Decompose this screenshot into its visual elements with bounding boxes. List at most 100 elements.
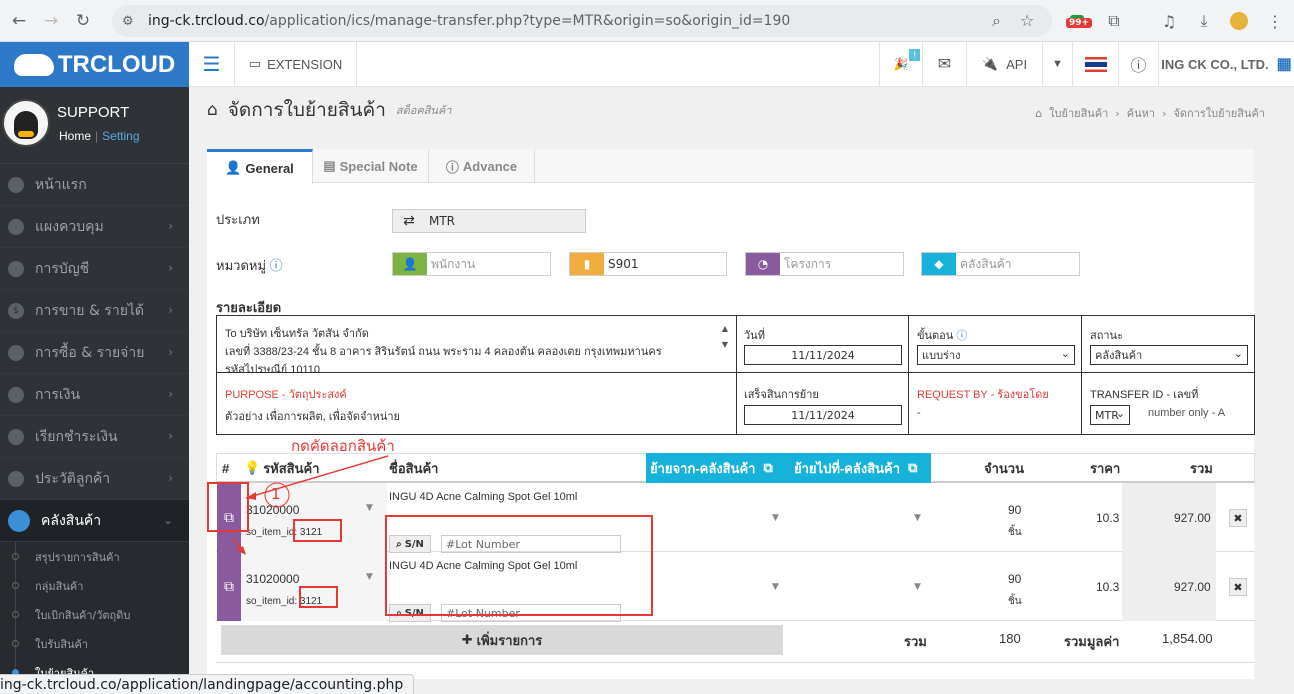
app-logo[interactable]: TRCLOUD: [0, 42, 189, 87]
media-icon[interactable]: ♫: [1156, 8, 1182, 34]
sidebar-item-label: หน้าแรก: [35, 176, 87, 193]
sidebar-item-customers[interactable]: ประวัติลูกค้า ›: [0, 458, 189, 500]
chevron-down-icon: ⌄: [1233, 347, 1243, 360]
status-select[interactable]: คลังสินค้า ⌄: [1090, 345, 1248, 365]
step-select[interactable]: แบบร่าง ⌄: [917, 345, 1075, 365]
done-date-input[interactable]: 11/11/2024: [744, 405, 902, 425]
sidebar-subitem-groups[interactable]: กลุ่มสินค้า: [0, 571, 189, 600]
help-icon[interactable]: ⓘ: [1119, 41, 1159, 87]
back-icon[interactable]: ←: [6, 8, 32, 34]
menu-icon[interactable]: ⋮: [1262, 8, 1288, 34]
reload-icon[interactable]: ↻: [70, 8, 96, 34]
transfer-prefix-select[interactable]: MTR ⌄: [1090, 405, 1130, 425]
chevron-down-icon[interactable]: ▼: [366, 572, 373, 582]
quantity[interactable]: 90: [1008, 503, 1021, 517]
chevron-down-icon[interactable]: ▼: [914, 582, 921, 592]
hamburger-icon[interactable]: ☰: [189, 41, 235, 87]
setting-link[interactable]: Setting: [102, 129, 139, 143]
copy-icon[interactable]: ⧉: [908, 460, 917, 476]
chevron-down-icon[interactable]: ▼: [772, 513, 779, 523]
row-total: 927.00: [1174, 511, 1211, 525]
home-icon[interactable]: ⌂: [207, 100, 218, 120]
employee-field[interactable]: 👤 พนักงาน: [392, 252, 551, 276]
product-code[interactable]: 31020000: [246, 572, 299, 586]
date-input[interactable]: 11/11/2024: [744, 345, 902, 365]
forward-icon[interactable]: →: [38, 8, 64, 34]
home-icon[interactable]: ⌂: [1035, 107, 1042, 120]
info-icon[interactable]: ⓘ: [956, 330, 967, 342]
project-field[interactable]: ◔ โครงการ: [745, 252, 904, 276]
delete-row-button[interactable]: ✖: [1229, 509, 1247, 527]
product-name[interactable]: INGU 4D Acne Calming Spot Gel 10ml: [389, 491, 577, 503]
purpose-value[interactable]: ตัวอย่าง เพื่อการผลิต, เพื่อจัดจำหน่าย: [225, 407, 400, 425]
category-label: หมวดหมู่ ⓘ: [216, 258, 283, 273]
api-label: API: [1006, 56, 1028, 72]
info-icon[interactable]: ⓘ: [270, 258, 283, 273]
sidebar-item-label: คลังสินค้า: [41, 512, 102, 529]
api-button[interactable]: 🔌 API: [967, 41, 1043, 87]
warehouse-field[interactable]: ◆ คลังสินค้า: [921, 252, 1080, 276]
bookmark-star-icon[interactable]: ☆: [1020, 11, 1034, 30]
mail-icon[interactable]: ✉: [923, 41, 967, 87]
breadcrumb-item[interactable]: ใบย้ายสินค้า: [1049, 107, 1108, 120]
copy-icon[interactable]: ⧉: [763, 460, 772, 476]
chevron-right-icon: ›: [168, 345, 173, 359]
url-path: /application/ics/manage-transfer.php?typ…: [264, 13, 791, 29]
status-bar-url: ing-ck.trcloud.co/application/landingpag…: [0, 674, 415, 694]
sidebar-item-billing[interactable]: เรียกชำระเงิน ›: [0, 416, 189, 458]
chevron-down-icon[interactable]: ▼: [914, 513, 921, 523]
sidebar-subitem-summary[interactable]: สรุปรายการสินค้า: [0, 542, 189, 571]
tab-advance[interactable]: ⓘ Advance: [429, 149, 535, 183]
sidebar-item-accounting[interactable]: การบัญชี ›: [0, 248, 189, 290]
transfer-number-input[interactable]: number only - A: [1148, 407, 1238, 419]
document-field[interactable]: ▮ S901: [569, 252, 727, 276]
row-total: 927.00: [1174, 580, 1211, 594]
delete-row-button[interactable]: ✖: [1229, 578, 1247, 596]
quantity[interactable]: 90: [1008, 572, 1021, 586]
close-icon: ✖: [1233, 511, 1243, 525]
price[interactable]: 10.3: [1096, 580, 1119, 594]
extension-button[interactable]: ▭ EXTENSION: [235, 41, 357, 87]
announcement-button[interactable]: 🎉 !: [879, 41, 923, 87]
download-icon[interactable]: ⤓: [1191, 8, 1217, 34]
sidebar-subitem-receipt[interactable]: ใบรับสินค้า: [0, 629, 189, 658]
address-textarea[interactable]: To บริษัท เซ็นทรัล วัตสัน จำกัด เลขที่ 3…: [217, 316, 736, 372]
sidebar-item-inventory[interactable]: คลังสินค้า ⌄: [0, 500, 189, 542]
scroll-down-icon[interactable]: ▼: [722, 340, 728, 349]
home-link[interactable]: Home: [59, 129, 91, 143]
sidebar-item-sales[interactable]: $ การขาย & รายได้ ›: [0, 290, 189, 332]
copy-row-button[interactable]: ⧉: [217, 552, 241, 621]
chevron-right-icon: ›: [168, 471, 173, 485]
profile-icon[interactable]: [1226, 8, 1252, 34]
request-value[interactable]: -: [917, 407, 921, 419]
address-bar[interactable]: ⚙ ing-ck.trcloud.co/application/ics/mana…: [112, 5, 1052, 37]
col-header-total: รวม: [1190, 460, 1213, 476]
note-icon: ▤: [323, 158, 336, 173]
contact-icon: [8, 470, 24, 487]
scroll-up-icon[interactable]: ▲: [722, 324, 728, 333]
chevron-right-icon: ›: [168, 219, 173, 233]
monitor-icon: [8, 218, 24, 235]
site-info-icon[interactable]: ⚙: [122, 14, 144, 29]
sidebar-item-dashboard[interactable]: แผงควบคุม ›: [0, 206, 189, 248]
copy-icon: ⧉: [224, 578, 234, 595]
breadcrumb: ⌂ ใบย้ายสินค้า › ค้นหา › จัดการใบย้ายสิน…: [1035, 107, 1265, 120]
chevron-down-icon[interactable]: ▼: [772, 582, 779, 592]
tab-special-note[interactable]: ▤ Special Note: [313, 149, 429, 183]
zoom-icon[interactable]: ⌕: [992, 11, 1001, 31]
caret-down-icon[interactable]: ▼: [1043, 41, 1073, 87]
sidebar-subitem-requisition[interactable]: ใบเบิกสินค้า/วัตถุดิบ: [0, 600, 189, 629]
puzzle-icon[interactable]: ⧉: [1101, 8, 1127, 34]
breadcrumb-item[interactable]: ค้นหา: [1127, 107, 1155, 120]
thai-flag-icon[interactable]: [1073, 41, 1119, 87]
sidebar-item-finance[interactable]: การเงิน ›: [0, 374, 189, 416]
company-menu[interactable]: ING CK CO., LTD. ▦: [1159, 42, 1294, 87]
product-code[interactable]: 31020000: [246, 503, 299, 517]
sidebar-item-purchase[interactable]: การซื้อ & รายจ่าย ›: [0, 332, 189, 374]
sidebar-item-home[interactable]: หน้าแรก: [0, 164, 189, 206]
chevron-down-icon[interactable]: ▼: [366, 503, 373, 513]
sidebar-item-label: การเงิน: [35, 386, 81, 403]
user-icon: 👤: [393, 253, 427, 275]
price[interactable]: 10.3: [1096, 511, 1119, 525]
tab-general[interactable]: 👤 General: [207, 149, 313, 184]
